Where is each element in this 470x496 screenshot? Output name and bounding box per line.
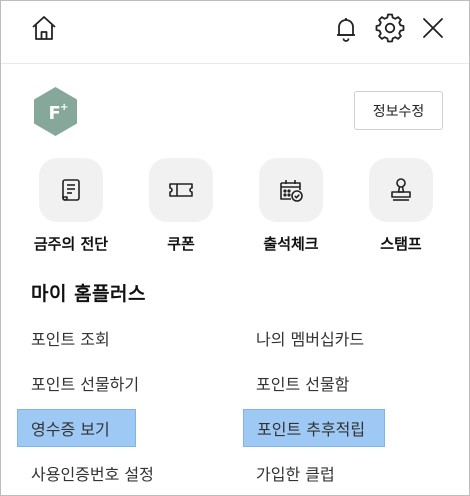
menu-point-gift-box[interactable]: 포인트 선물함 — [256, 364, 349, 402]
section-title: 마이 홈플러스 — [31, 283, 146, 305]
stamp-icon — [391, 178, 411, 201]
shortcut-label: 스탬프 — [380, 235, 422, 253]
menu-point-later-earn[interactable]: 포인트 추후적립 — [243, 409, 385, 447]
shortcut-attendance[interactable]: 출석체크 — [241, 158, 341, 254]
menu-auth-number-settings[interactable]: 사용인증번호 설정 — [31, 454, 154, 492]
stamp-icon-bg — [369, 158, 433, 222]
flyer-scroll-icon — [62, 179, 80, 201]
calendar-check-icon — [280, 180, 303, 202]
menu-point-gift[interactable]: 포인트 선물하기 — [31, 364, 139, 402]
shortcut-label: 금주의 전단 — [33, 235, 109, 253]
membership-grade-badge: F + — [30, 86, 81, 137]
top-divider — [1, 63, 469, 64]
menu-joined-clubs[interactable]: 가입한 클럽 — [256, 454, 335, 492]
menu-point-inquiry[interactable]: 포인트 조회 — [31, 319, 110, 357]
shortcut-label: 쿠폰 — [167, 235, 195, 253]
close-icon[interactable] — [416, 11, 450, 45]
grade-badge-letter: F — [49, 103, 61, 124]
menu-view-receipt[interactable]: 영수증 보기 — [17, 409, 136, 447]
shortcut-weekly-flyer[interactable]: 금주의 전단 — [21, 158, 121, 254]
gear-icon[interactable] — [373, 11, 407, 45]
grade-badge-plus: + — [60, 102, 68, 113]
flyer-scroll-icon-bg — [39, 158, 103, 222]
my-homeplus-panel: F + 정보수정 금주의 전단 쿠폰 출석체크 스탬프 마이 홈플러스 포인트 … — [0, 0, 470, 496]
bell-icon[interactable] — [329, 11, 363, 45]
home-icon[interactable] — [27, 11, 61, 45]
coupon-icon-bg — [149, 158, 213, 222]
coupon-icon — [169, 183, 193, 197]
shortcut-coupon[interactable]: 쿠폰 — [131, 158, 231, 254]
calendar-check-icon-bg — [259, 158, 323, 222]
top-bar — [1, 1, 469, 57]
edit-profile-button[interactable]: 정보수정 — [354, 91, 443, 130]
shortcut-label: 출석체크 — [263, 235, 319, 253]
menu-my-membership-card[interactable]: 나의 멤버십카드 — [256, 319, 364, 357]
shortcut-stamp[interactable]: 스탬프 — [351, 158, 451, 254]
